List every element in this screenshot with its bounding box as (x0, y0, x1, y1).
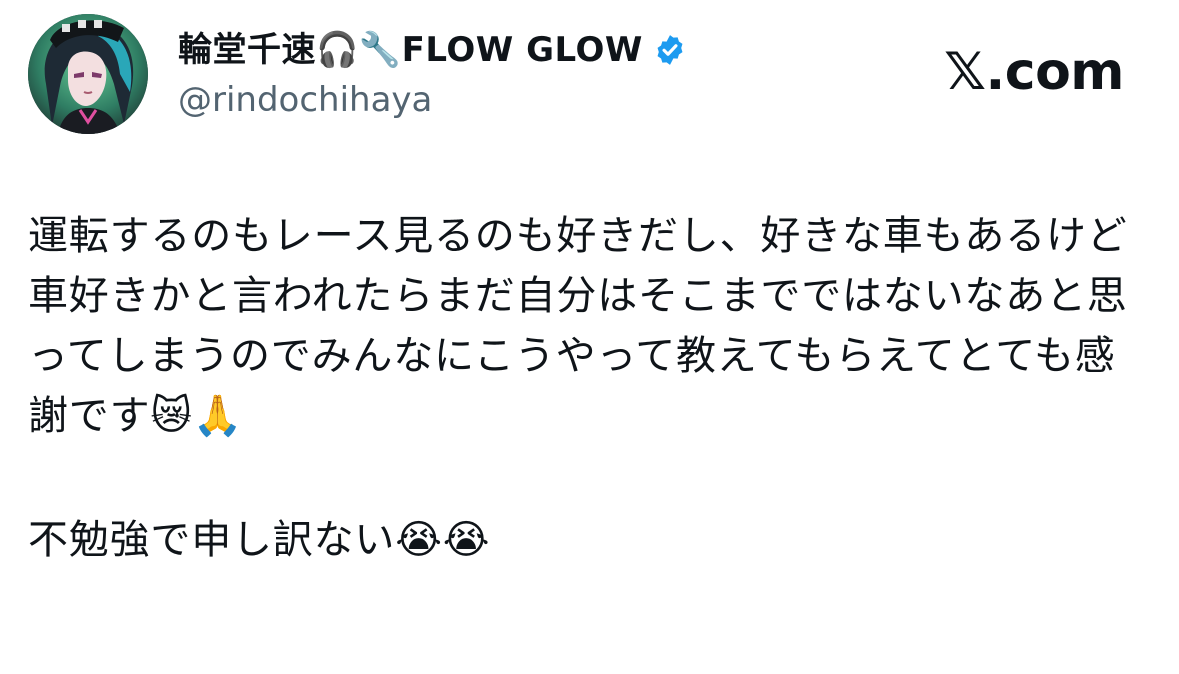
author-handle[interactable]: @rindochihaya (178, 80, 432, 120)
avatar-image (28, 14, 148, 134)
author-display-name[interactable]: 輪堂千速🎧🔧FLOW GLOW (178, 30, 643, 70)
tweet-header: 輪堂千速🎧🔧FLOW GLOW @rindochihaya 𝕏.com (28, 14, 1148, 134)
site-brand-logo: 𝕏.com (944, 42, 1124, 102)
verified-badge-icon (653, 33, 687, 67)
tweet-paragraph: 不勉強で申し訳ない😭😭 (28, 517, 491, 563)
author-name-row[interactable]: 輪堂千速🎧🔧FLOW GLOW (178, 30, 687, 70)
tweet-text: 運転するのもレース見るのも好きだし、好きな車もあるけど車好きかと言われたらまだ自… (28, 206, 1148, 570)
avatar[interactable] (28, 14, 148, 134)
tweet-paragraph: 運転するのもレース見るのも好きだし、好きな車もあるけど車好きかと言われたらまだ自… (28, 213, 1128, 439)
